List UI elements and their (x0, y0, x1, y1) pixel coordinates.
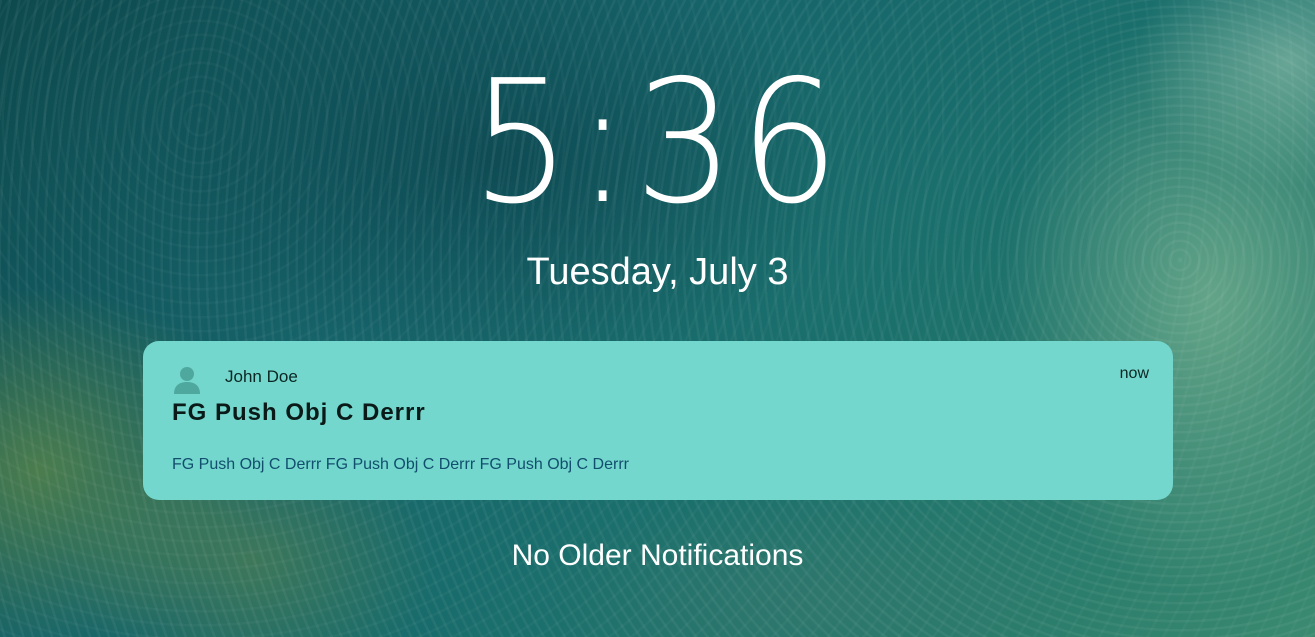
clock-time: 5:36 (470, 44, 845, 242)
no-older-notifications-label: No Older Notifications (511, 539, 804, 572)
notification-card[interactable]: John Doe now FG Push Obj C Derrr FG Push… (143, 341, 1173, 500)
notification-body: FG Push Obj C Derrr FG Push Obj C Derrr … (172, 456, 629, 473)
notification-timestamp: now (1119, 365, 1149, 382)
person-icon (174, 367, 200, 394)
notification-sender: John Doe (225, 367, 298, 386)
lockscreen-clock: 5:36 (0, 48, 1315, 238)
lockscreen-date: Tuesday, July 3 (526, 251, 789, 293)
notification-title: FG Push Obj C Derrr (172, 399, 426, 426)
